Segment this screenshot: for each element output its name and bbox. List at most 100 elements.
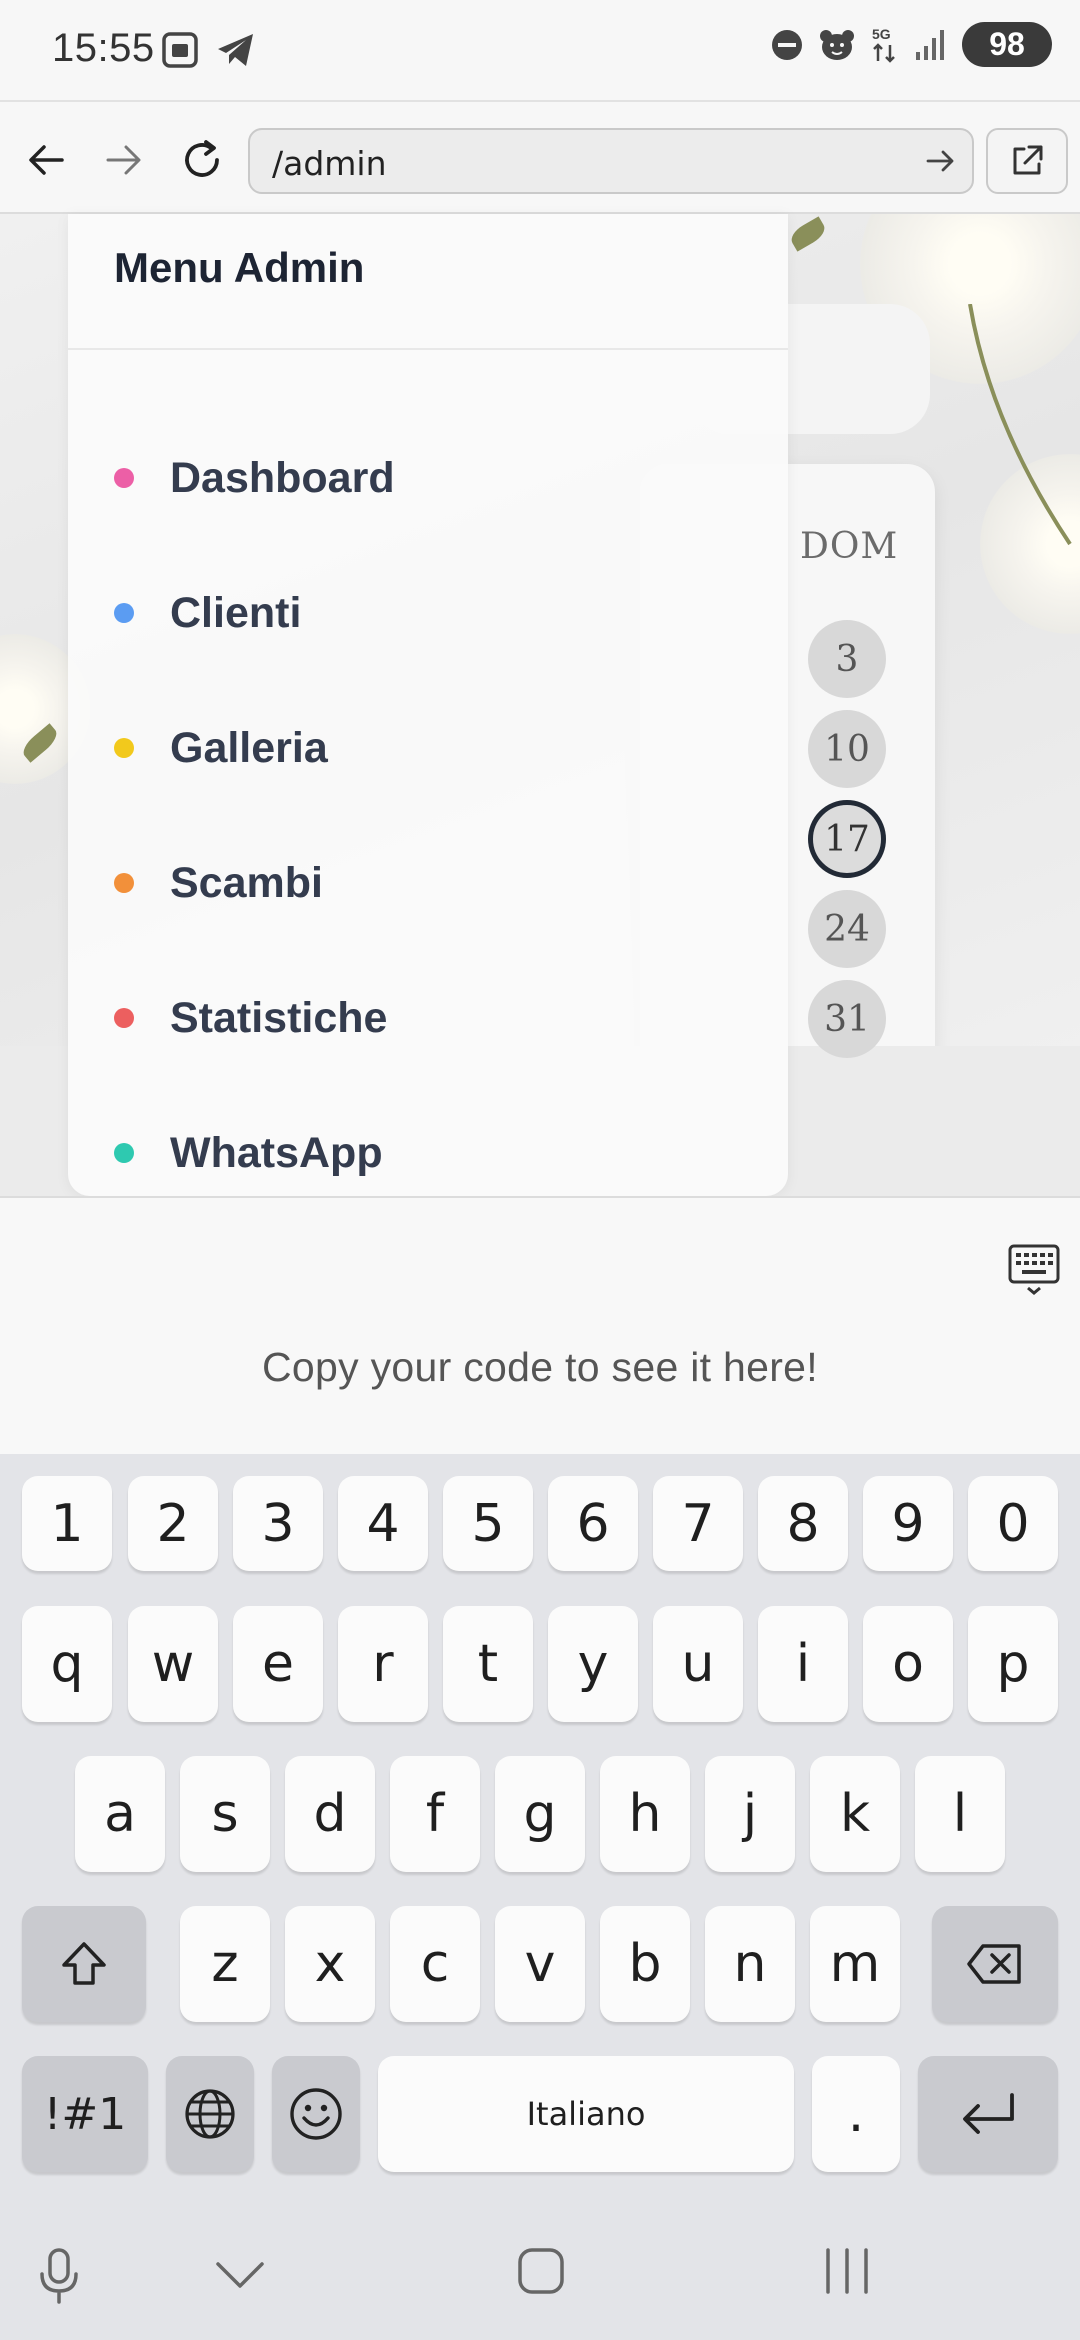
calendar-day[interactable]: 10 xyxy=(808,710,886,788)
key-v[interactable]: v xyxy=(495,1906,585,2022)
calendar-day-column: 3 10 17 24 31 xyxy=(808,620,888,1070)
period-key[interactable]: . xyxy=(812,2056,900,2172)
status-right-icons: 5G 98 xyxy=(770,22,1052,67)
svg-text:5G: 5G xyxy=(872,26,891,42)
key-e[interactable]: e xyxy=(233,1606,323,1722)
key-3[interactable]: 3 xyxy=(233,1476,323,1571)
key-c[interactable]: c xyxy=(390,1906,480,2022)
key-o[interactable]: o xyxy=(863,1606,953,1722)
globe-icon xyxy=(185,2089,235,2139)
menu-item-statistiche[interactable]: Statistiche xyxy=(114,978,387,1058)
url-text: /admin xyxy=(272,144,387,183)
bear-icon xyxy=(820,29,854,60)
reload-button[interactable] xyxy=(174,132,230,188)
key-5[interactable]: 5 xyxy=(443,1476,533,1571)
key-x[interactable]: x xyxy=(285,1906,375,2022)
key-2[interactable]: 2 xyxy=(128,1476,218,1571)
key-p[interactable]: p xyxy=(968,1606,1058,1722)
key-t[interactable]: t xyxy=(443,1606,533,1722)
stem-decoration xyxy=(968,304,1072,546)
menu-item-dashboard[interactable]: Dashboard xyxy=(114,438,395,518)
calendar-day[interactable]: 3 xyxy=(808,620,886,698)
admin-menu-drawer: Menu Admin Dashboard Clienti Galleria Sc… xyxy=(68,214,788,1196)
home-icon[interactable] xyxy=(516,2246,566,2296)
dot-icon xyxy=(114,468,134,488)
open-external-button[interactable] xyxy=(986,128,1068,194)
key-a[interactable]: a xyxy=(75,1756,165,1872)
key-k[interactable]: k xyxy=(810,1756,900,1872)
key-r[interactable]: r xyxy=(338,1606,428,1722)
emoji-icon xyxy=(290,2088,342,2140)
drawer-divider xyxy=(68,348,788,350)
key-d[interactable]: d xyxy=(285,1756,375,1872)
dot-icon xyxy=(114,873,134,893)
key-z[interactable]: z xyxy=(180,1906,270,2022)
forward-button[interactable] xyxy=(96,132,152,188)
battery-level: 98 xyxy=(962,22,1052,67)
microphone-icon[interactable] xyxy=(34,2246,84,2306)
on-screen-keyboard: 1 2 3 4 5 6 7 8 9 0 q w e r t y u i o p … xyxy=(0,1454,1080,2204)
recents-icon[interactable] xyxy=(820,2246,874,2296)
hide-keyboard-icon[interactable] xyxy=(214,2258,266,2292)
enter-icon xyxy=(963,2093,1014,2134)
key-m[interactable]: m xyxy=(810,1906,900,2022)
key-1[interactable]: 1 xyxy=(22,1476,112,1571)
key-w[interactable]: w xyxy=(128,1606,218,1722)
emoji-key[interactable] xyxy=(272,2056,360,2172)
key-0[interactable]: 0 xyxy=(968,1476,1058,1571)
shift-icon xyxy=(62,1942,106,1985)
key-n[interactable]: n xyxy=(705,1906,795,2022)
menu-item-clienti[interactable]: Clienti xyxy=(114,573,301,653)
key-h[interactable]: h xyxy=(600,1756,690,1872)
calendar-day[interactable]: 24 xyxy=(808,890,886,968)
back-arrow-icon xyxy=(29,145,64,175)
key-8[interactable]: 8 xyxy=(758,1476,848,1571)
key-l[interactable]: l xyxy=(915,1756,1005,1872)
day-of-week-label: DOM xyxy=(800,526,899,567)
dnd-icon xyxy=(772,29,802,60)
backspace-key[interactable] xyxy=(932,1906,1058,2022)
menu-item-label: Galleria xyxy=(170,723,328,772)
key-j[interactable]: j xyxy=(705,1756,795,1872)
screenshot-icon xyxy=(162,32,198,68)
go-arrow-icon[interactable] xyxy=(924,144,958,178)
key-i[interactable]: i xyxy=(758,1606,848,1722)
key-b[interactable]: b xyxy=(600,1906,690,2022)
key-6[interactable]: 6 xyxy=(548,1476,638,1571)
leaf-decoration xyxy=(787,216,829,252)
preview-message: Copy your code to see it here! xyxy=(262,1344,818,1390)
signal-icon xyxy=(916,29,944,60)
keyboard-toggle-icon[interactable] xyxy=(1006,1240,1062,1296)
key-u[interactable]: u xyxy=(653,1606,743,1722)
navigation-bar xyxy=(0,2204,1080,2340)
key-s[interactable]: s xyxy=(180,1756,270,1872)
key-q[interactable]: q xyxy=(22,1606,112,1722)
status-left-icons xyxy=(160,28,258,72)
dot-icon xyxy=(114,1008,134,1028)
menu-item-whatsapp[interactable]: WhatsApp xyxy=(114,1113,383,1193)
browser-toolbar: /admin xyxy=(0,100,1080,214)
enter-key[interactable] xyxy=(918,2056,1058,2172)
drawer-title: Menu Admin xyxy=(114,244,365,291)
calendar-day[interactable]: 31 xyxy=(808,980,886,1058)
back-button[interactable] xyxy=(18,132,74,188)
url-input[interactable]: /admin xyxy=(248,128,974,194)
key-y[interactable]: y xyxy=(548,1606,638,1722)
key-f[interactable]: f xyxy=(390,1756,480,1872)
status-bar: 15:55 5G 98 xyxy=(0,0,1080,100)
5g-data-icon: 5G xyxy=(872,26,895,63)
symbols-key[interactable]: !#1 xyxy=(22,2056,148,2172)
language-key[interactable] xyxy=(166,2056,254,2172)
telegram-icon xyxy=(218,34,253,66)
key-g[interactable]: g xyxy=(495,1756,585,1872)
calendar-day-today[interactable]: 17 xyxy=(808,800,886,878)
menu-item-label: WhatsApp xyxy=(170,1128,383,1177)
key-9[interactable]: 9 xyxy=(863,1476,953,1571)
shift-key[interactable] xyxy=(22,1906,146,2022)
space-key[interactable]: Italiano xyxy=(378,2056,794,2172)
key-4[interactable]: 4 xyxy=(338,1476,428,1571)
menu-item-label: Dashboard xyxy=(170,453,395,502)
key-7[interactable]: 7 xyxy=(653,1476,743,1571)
menu-item-galleria[interactable]: Galleria xyxy=(114,708,328,788)
menu-item-scambi[interactable]: Scambi xyxy=(114,843,323,923)
